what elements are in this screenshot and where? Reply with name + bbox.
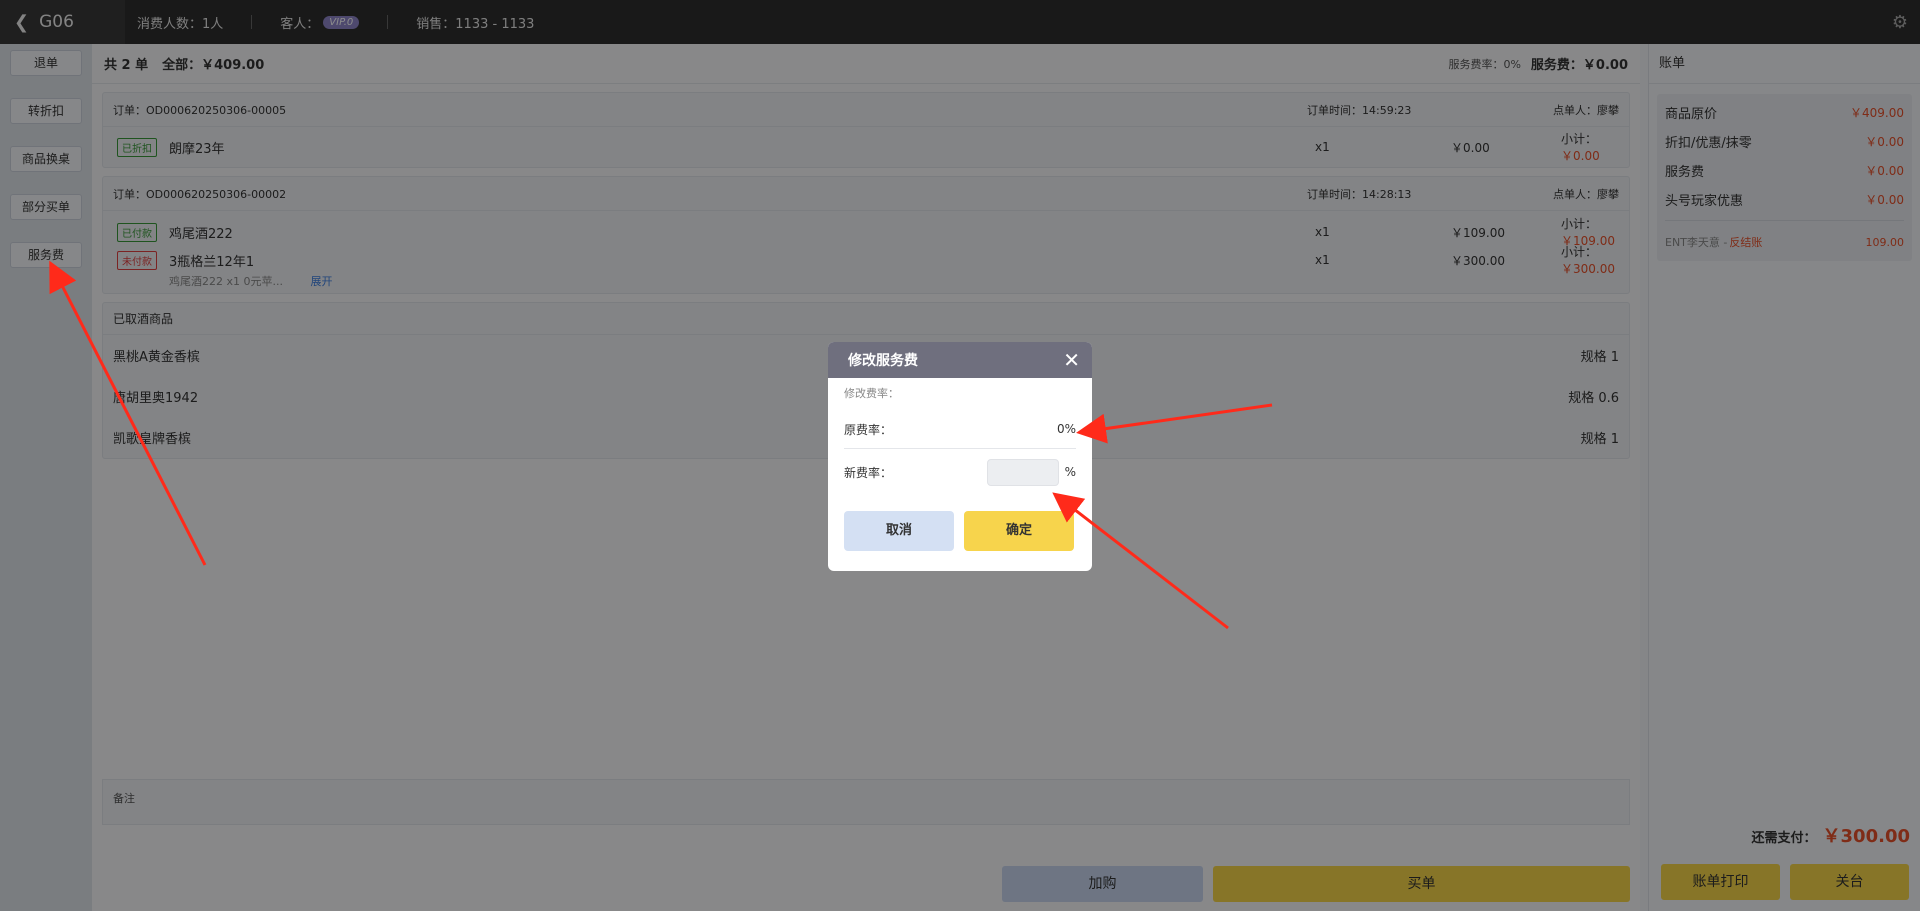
cancel-button[interactable]: 取消 — [844, 511, 954, 551]
old-rate-row: 原费率： 0% — [844, 410, 1076, 448]
dialog-body: 修改费率： 原费率： 0% 新费率： % 取消 确定 — [828, 378, 1092, 551]
section-label: 修改费率： — [844, 387, 899, 400]
new-rate-label: 新费率： — [844, 465, 893, 480]
new-rate-row: 新费率： % — [844, 449, 1076, 495]
percent-label: % — [1064, 465, 1076, 479]
old-rate-label: 原费率： — [844, 422, 893, 437]
old-rate-value: 0% — [1056, 422, 1076, 436]
confirm-button[interactable]: 确定 — [964, 511, 1074, 551]
close-icon[interactable]: ✕ — [1063, 348, 1080, 372]
new-rate-control: % — [986, 458, 1076, 486]
dialog-title: 修改服务费 — [848, 353, 918, 369]
dialog-actions: 取消 确定 — [844, 511, 1076, 551]
dialog-header: 修改服务费 ✕ — [828, 342, 1092, 378]
new-rate-input[interactable] — [986, 458, 1059, 486]
service-fee-dialog: 修改服务费 ✕ 修改费率： 原费率： 0% 新费率： % 取消 确定 — [828, 342, 1092, 571]
